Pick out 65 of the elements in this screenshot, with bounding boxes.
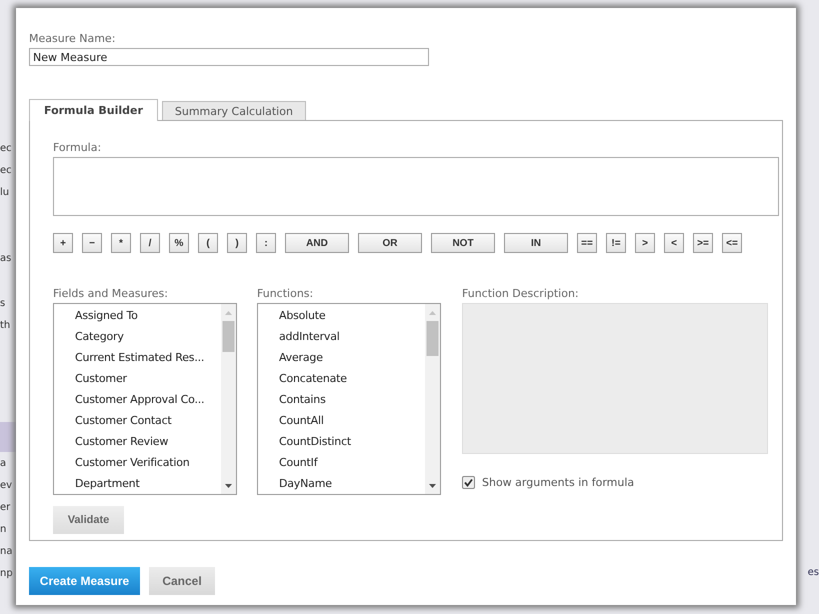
background-text: n — [0, 524, 6, 535]
list-item[interactable]: Category — [54, 329, 221, 350]
list-item[interactable]: Department — [54, 476, 221, 494]
operator-button[interactable]: ( — [198, 233, 218, 253]
list-item[interactable]: CountDistinct — [258, 434, 425, 455]
operator-button[interactable]: ) — [227, 233, 247, 253]
operator-button[interactable]: == — [577, 233, 597, 253]
fields-label: Fields and Measures: — [53, 287, 169, 300]
background-text: ec — [0, 143, 12, 154]
list-item[interactable]: Customer — [54, 371, 221, 392]
background-text: na — [0, 546, 12, 557]
list-item[interactable]: Current Estimated Res... — [54, 350, 221, 371]
background-text: th — [0, 320, 10, 331]
scrollbar[interactable] — [425, 304, 440, 494]
operator-button[interactable]: >= — [693, 233, 713, 253]
list-item[interactable]: Customer Contact — [54, 413, 221, 434]
operator-button[interactable]: − — [82, 233, 102, 253]
operator-button[interactable]: IN — [504, 233, 568, 253]
operator-button[interactable]: != — [606, 233, 626, 253]
background-text: np — [0, 568, 13, 579]
operator-button[interactable]: % — [169, 233, 189, 253]
operator-button[interactable]: <= — [722, 233, 742, 253]
background-band — [0, 422, 16, 452]
tab[interactable]: Formula Builder — [29, 99, 158, 121]
operator-button[interactable]: OR — [358, 233, 422, 253]
operator-button[interactable]: * — [111, 233, 131, 253]
list-item[interactable]: Contains — [258, 392, 425, 413]
function-description-label: Function Description: — [462, 287, 580, 300]
background-text: ev — [0, 480, 12, 491]
background-text: lu — [0, 187, 10, 198]
operator-button[interactable]: + — [53, 233, 73, 253]
background-text: es — [808, 567, 819, 578]
cancel-button[interactable]: Cancel — [149, 567, 215, 595]
list-item[interactable]: Concatenate — [258, 371, 425, 392]
list-item[interactable]: CountIf — [258, 455, 425, 476]
list-item[interactable]: addInterval — [258, 329, 425, 350]
operator-button[interactable]: > — [635, 233, 655, 253]
operator-button[interactable]: / — [140, 233, 160, 253]
list-item[interactable]: Average — [258, 350, 425, 371]
checkbox-label: Show arguments in formula — [482, 476, 634, 489]
formula-label: Formula: — [53, 141, 102, 154]
list-item[interactable]: Assigned To — [54, 308, 221, 329]
measure-name-label: Measure Name: — [29, 32, 116, 45]
background-text: er — [0, 502, 10, 513]
operator-button[interactable]: AND — [285, 233, 349, 253]
tab[interactable]: Summary Calculation — [162, 101, 306, 120]
background-text: s — [0, 298, 6, 309]
operator-button[interactable]: < — [664, 233, 684, 253]
scrollbar[interactable] — [221, 304, 236, 494]
list-item[interactable]: Customer Verification — [54, 455, 221, 476]
list-item[interactable]: CountAll — [258, 413, 425, 434]
background-text: ec — [0, 165, 12, 176]
validate-button[interactable]: Validate — [53, 506, 124, 534]
operator-button[interactable]: : — [256, 233, 276, 253]
formula-field[interactable] — [53, 157, 779, 216]
measure-name-field[interactable]: New Measure — [29, 48, 429, 66]
functions-label: Functions: — [257, 287, 314, 300]
background-text: as — [0, 253, 12, 264]
list-item[interactable]: Customer Review — [54, 434, 221, 455]
list-item[interactable]: Customer Approval Co... — [54, 392, 221, 413]
checkbox[interactable] — [462, 476, 475, 489]
background-text: a — [0, 458, 6, 469]
list-item[interactable]: DayName — [258, 476, 425, 494]
list-item[interactable]: Absolute — [258, 308, 425, 329]
operator-button[interactable]: NOT — [431, 233, 495, 253]
